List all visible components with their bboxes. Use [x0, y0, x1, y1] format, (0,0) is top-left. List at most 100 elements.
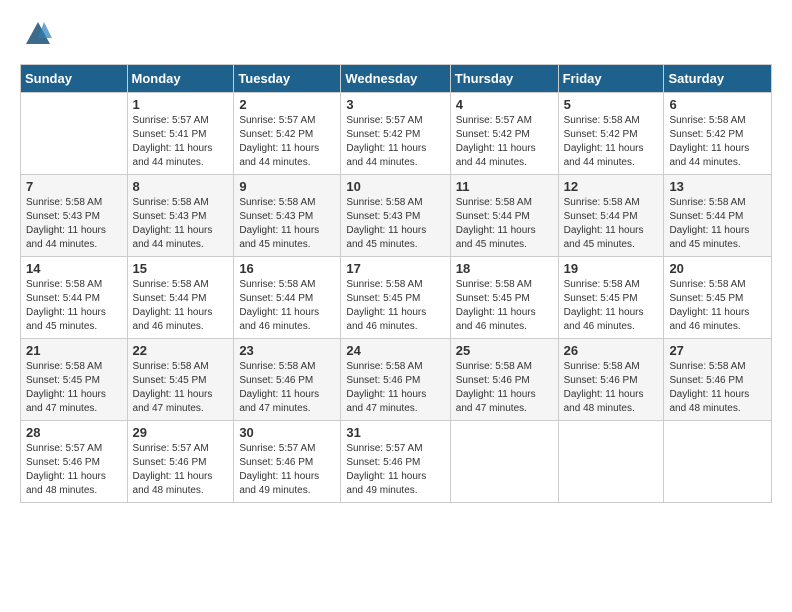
calendar-cell: 1 Sunrise: 5:57 AM Sunset: 5:41 PM Daylig…	[127, 93, 234, 175]
calendar-cell: 23 Sunrise: 5:58 AM Sunset: 5:46 PM Dayli…	[234, 339, 341, 421]
day-detail: Sunrise: 5:58 AM Sunset: 5:42 PM Dayligh…	[669, 114, 766, 170]
calendar-cell: 30 Sunrise: 5:57 AM Sunset: 5:46 PM Dayli…	[234, 421, 341, 503]
day-number: 6	[669, 97, 766, 112]
day-detail: Sunrise: 5:58 AM Sunset: 5:43 PM Dayligh…	[346, 196, 444, 252]
calendar-cell: 19 Sunrise: 5:58 AM Sunset: 5:45 PM Dayli…	[558, 257, 664, 339]
day-detail: Sunrise: 5:58 AM Sunset: 5:44 PM Dayligh…	[26, 278, 122, 334]
day-number: 10	[346, 179, 444, 194]
calendar-week-5: 28 Sunrise: 5:57 AM Sunset: 5:46 PM Dayli…	[21, 421, 772, 503]
calendar-week-3: 14 Sunrise: 5:58 AM Sunset: 5:44 PM Dayli…	[21, 257, 772, 339]
day-detail: Sunrise: 5:58 AM Sunset: 5:43 PM Dayligh…	[26, 196, 122, 252]
day-number: 9	[239, 179, 335, 194]
day-detail: Sunrise: 5:58 AM Sunset: 5:46 PM Dayligh…	[564, 360, 659, 416]
day-detail: Sunrise: 5:58 AM Sunset: 5:45 PM Dayligh…	[456, 278, 553, 334]
calendar-cell: 16Sunrise: 5:58 AM Sunset: 5:44 PM Dayli…	[234, 257, 341, 339]
day-detail: Sunrise: 5:58 AM Sunset: 5:46 PM Dayligh…	[239, 360, 335, 416]
day-number: 19	[564, 261, 659, 276]
day-number: 29	[133, 425, 229, 440]
day-detail: Sunrise: 5:58 AM Sunset: 5:45 PM Dayligh…	[564, 278, 659, 334]
day-number: 16	[239, 261, 335, 276]
calendar-cell: 29 Sunrise: 5:57 AM Sunset: 5:46 PM Dayli…	[127, 421, 234, 503]
calendar-cell: 25 Sunrise: 5:58 AM Sunset: 5:46 PM Dayli…	[450, 339, 558, 421]
header-cell-thursday: Thursday	[450, 65, 558, 93]
calendar-cell: 17 Sunrise: 5:58 AM Sunset: 5:45 PM Dayli…	[341, 257, 450, 339]
day-detail: Sunrise: 5:57 AM Sunset: 5:46 PM Dayligh…	[26, 442, 122, 498]
day-number: 22	[133, 343, 229, 358]
day-number: 1	[133, 97, 229, 112]
day-number: 14	[26, 261, 122, 276]
calendar-cell: 18 Sunrise: 5:58 AM Sunset: 5:45 PM Dayli…	[450, 257, 558, 339]
day-number: 25	[456, 343, 553, 358]
logo-icon	[24, 20, 52, 48]
calendar-cell	[558, 421, 664, 503]
calendar-cell: 10 Sunrise: 5:58 AM Sunset: 5:43 PM Dayli…	[341, 175, 450, 257]
day-detail: Sunrise: 5:57 AM Sunset: 5:42 PM Dayligh…	[239, 114, 335, 170]
day-number: 15	[133, 261, 229, 276]
day-number: 30	[239, 425, 335, 440]
day-detail: Sunrise: 5:57 AM Sunset: 5:42 PM Dayligh…	[456, 114, 553, 170]
header-cell-sunday: Sunday	[21, 65, 128, 93]
day-number: 27	[669, 343, 766, 358]
calendar-cell: 4 Sunrise: 5:57 AM Sunset: 5:42 PM Daylig…	[450, 93, 558, 175]
calendar-cell: 28 Sunrise: 5:57 AM Sunset: 5:46 PM Dayli…	[21, 421, 128, 503]
day-detail: Sunrise: 5:58 AM Sunset: 5:45 PM Dayligh…	[346, 278, 444, 334]
day-detail: Sunrise: 5:58 AM Sunset: 5:44 PM Dayligh…	[564, 196, 659, 252]
logo	[20, 20, 52, 48]
calendar-cell: 3Sunrise: 5:57 AM Sunset: 5:42 PM Daylig…	[341, 93, 450, 175]
day-number: 21	[26, 343, 122, 358]
day-detail: Sunrise: 5:58 AM Sunset: 5:44 PM Dayligh…	[669, 196, 766, 252]
day-detail: Sunrise: 5:57 AM Sunset: 5:46 PM Dayligh…	[346, 442, 444, 498]
day-detail: Sunrise: 5:58 AM Sunset: 5:43 PM Dayligh…	[133, 196, 229, 252]
day-number: 11	[456, 179, 553, 194]
day-detail: Sunrise: 5:57 AM Sunset: 5:46 PM Dayligh…	[133, 442, 229, 498]
calendar-cell	[664, 421, 772, 503]
day-number: 23	[239, 343, 335, 358]
day-detail: Sunrise: 5:58 AM Sunset: 5:42 PM Dayligh…	[564, 114, 659, 170]
day-number: 20	[669, 261, 766, 276]
calendar-cell: 26 Sunrise: 5:58 AM Sunset: 5:46 PM Dayli…	[558, 339, 664, 421]
calendar-cell: 6 Sunrise: 5:58 AM Sunset: 5:42 PM Daylig…	[664, 93, 772, 175]
calendar-cell: 8 Sunrise: 5:58 AM Sunset: 5:43 PM Daylig…	[127, 175, 234, 257]
calendar-cell: 2Sunrise: 5:57 AM Sunset: 5:42 PM Daylig…	[234, 93, 341, 175]
header-cell-monday: Monday	[127, 65, 234, 93]
calendar-body: 1 Sunrise: 5:57 AM Sunset: 5:41 PM Daylig…	[21, 93, 772, 503]
page-header	[20, 20, 772, 48]
day-detail: Sunrise: 5:58 AM Sunset: 5:44 PM Dayligh…	[133, 278, 229, 334]
day-detail: Sunrise: 5:58 AM Sunset: 5:45 PM Dayligh…	[133, 360, 229, 416]
day-detail: Sunrise: 5:58 AM Sunset: 5:46 PM Dayligh…	[456, 360, 553, 416]
calendar-cell: 27 Sunrise: 5:58 AM Sunset: 5:46 PM Dayli…	[664, 339, 772, 421]
day-number: 13	[669, 179, 766, 194]
day-number: 12	[564, 179, 659, 194]
day-number: 8	[133, 179, 229, 194]
calendar-cell: 20Sunrise: 5:58 AM Sunset: 5:45 PM Dayli…	[664, 257, 772, 339]
calendar-cell: 24 Sunrise: 5:58 AM Sunset: 5:46 PM Dayli…	[341, 339, 450, 421]
header-row: SundayMondayTuesdayWednesdayThursdayFrid…	[21, 65, 772, 93]
calendar-week-2: 7 Sunrise: 5:58 AM Sunset: 5:43 PM Daylig…	[21, 175, 772, 257]
calendar-cell: 11Sunrise: 5:58 AM Sunset: 5:44 PM Dayli…	[450, 175, 558, 257]
calendar-cell	[21, 93, 128, 175]
day-number: 24	[346, 343, 444, 358]
day-detail: Sunrise: 5:58 AM Sunset: 5:46 PM Dayligh…	[346, 360, 444, 416]
calendar-week-4: 21 Sunrise: 5:58 AM Sunset: 5:45 PM Dayli…	[21, 339, 772, 421]
day-number: 4	[456, 97, 553, 112]
calendar-cell: 7 Sunrise: 5:58 AM Sunset: 5:43 PM Daylig…	[21, 175, 128, 257]
calendar-cell: 31Sunrise: 5:57 AM Sunset: 5:46 PM Dayli…	[341, 421, 450, 503]
calendar-header: SundayMondayTuesdayWednesdayThursdayFrid…	[21, 65, 772, 93]
day-number: 18	[456, 261, 553, 276]
calendar-cell: 22 Sunrise: 5:58 AM Sunset: 5:45 PM Dayli…	[127, 339, 234, 421]
day-number: 26	[564, 343, 659, 358]
calendar-cell: 14 Sunrise: 5:58 AM Sunset: 5:44 PM Dayli…	[21, 257, 128, 339]
header-cell-friday: Friday	[558, 65, 664, 93]
day-number: 17	[346, 261, 444, 276]
day-detail: Sunrise: 5:57 AM Sunset: 5:42 PM Dayligh…	[346, 114, 444, 170]
day-number: 28	[26, 425, 122, 440]
day-detail: Sunrise: 5:58 AM Sunset: 5:46 PM Dayligh…	[669, 360, 766, 416]
calendar-cell: 9Sunrise: 5:58 AM Sunset: 5:43 PM Daylig…	[234, 175, 341, 257]
day-detail: Sunrise: 5:58 AM Sunset: 5:45 PM Dayligh…	[26, 360, 122, 416]
calendar-cell: 5Sunrise: 5:58 AM Sunset: 5:42 PM Daylig…	[558, 93, 664, 175]
day-number: 7	[26, 179, 122, 194]
header-cell-wednesday: Wednesday	[341, 65, 450, 93]
day-detail: Sunrise: 5:57 AM Sunset: 5:46 PM Dayligh…	[239, 442, 335, 498]
day-detail: Sunrise: 5:57 AM Sunset: 5:41 PM Dayligh…	[133, 114, 229, 170]
calendar-cell: 13 Sunrise: 5:58 AM Sunset: 5:44 PM Dayli…	[664, 175, 772, 257]
